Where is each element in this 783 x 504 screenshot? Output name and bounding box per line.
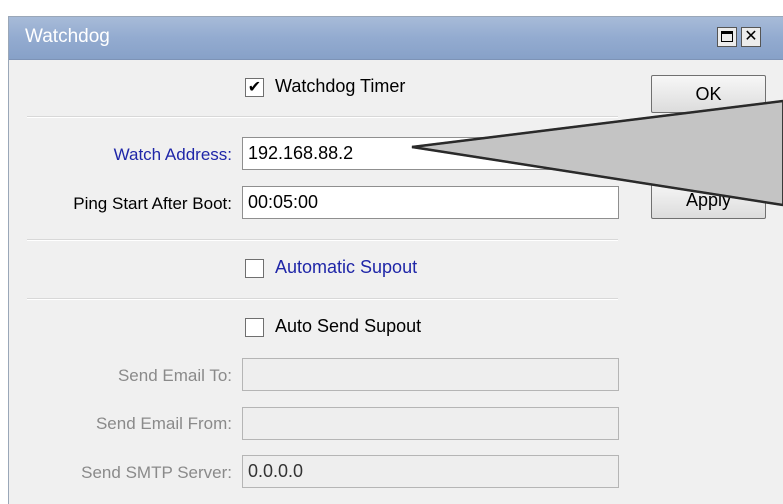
- apply-button[interactable]: Apply: [651, 181, 766, 219]
- window-title: Watchdog: [25, 26, 110, 47]
- send-email-from-field[interactable]: [242, 407, 619, 440]
- automatic-supout-checkbox[interactable]: [245, 259, 264, 278]
- auto-send-supout-checkbox[interactable]: [245, 318, 264, 337]
- cancel-button[interactable]: [651, 122, 766, 160]
- ping-start-label: Ping Start After Boot:: [73, 194, 232, 213]
- send-email-to-field[interactable]: [242, 358, 619, 391]
- automatic-supout-label: Automatic Supout: [275, 257, 418, 277]
- separator: [27, 239, 618, 241]
- watchdog-timer-label: Watchdog Timer: [275, 76, 406, 96]
- watch-address-label: Watch Address:: [113, 145, 232, 164]
- auto-send-supout-label: Auto Send Supout: [275, 316, 422, 336]
- send-smtp-server-label: Send SMTP Server:: [81, 463, 232, 482]
- watch-address-field[interactable]: 192.168.88.2: [242, 137, 582, 170]
- send-email-from-label: Send Email From:: [95, 414, 232, 433]
- close-icon: ✕: [744, 28, 758, 45]
- checkmark-icon: ✔: [247, 79, 262, 96]
- send-smtp-server-field[interactable]: 0.0.0.0: [242, 455, 619, 488]
- ping-start-field[interactable]: 00:05:00: [242, 186, 619, 219]
- close-button[interactable]: ✕: [741, 27, 761, 47]
- separator: [27, 298, 618, 300]
- send-email-to-label: Send Email To:: [117, 366, 232, 385]
- maximize-button[interactable]: [717, 27, 737, 47]
- watchdog-timer-checkbox[interactable]: ✔: [245, 78, 264, 97]
- ok-button[interactable]: OK: [651, 75, 766, 113]
- watchdog-dialog: Watchdog ✕ ✔ Watchdog Timer Watch Addres…: [8, 16, 783, 504]
- separator: [27, 116, 618, 118]
- title-bar[interactable]: Watchdog ✕: [9, 17, 783, 60]
